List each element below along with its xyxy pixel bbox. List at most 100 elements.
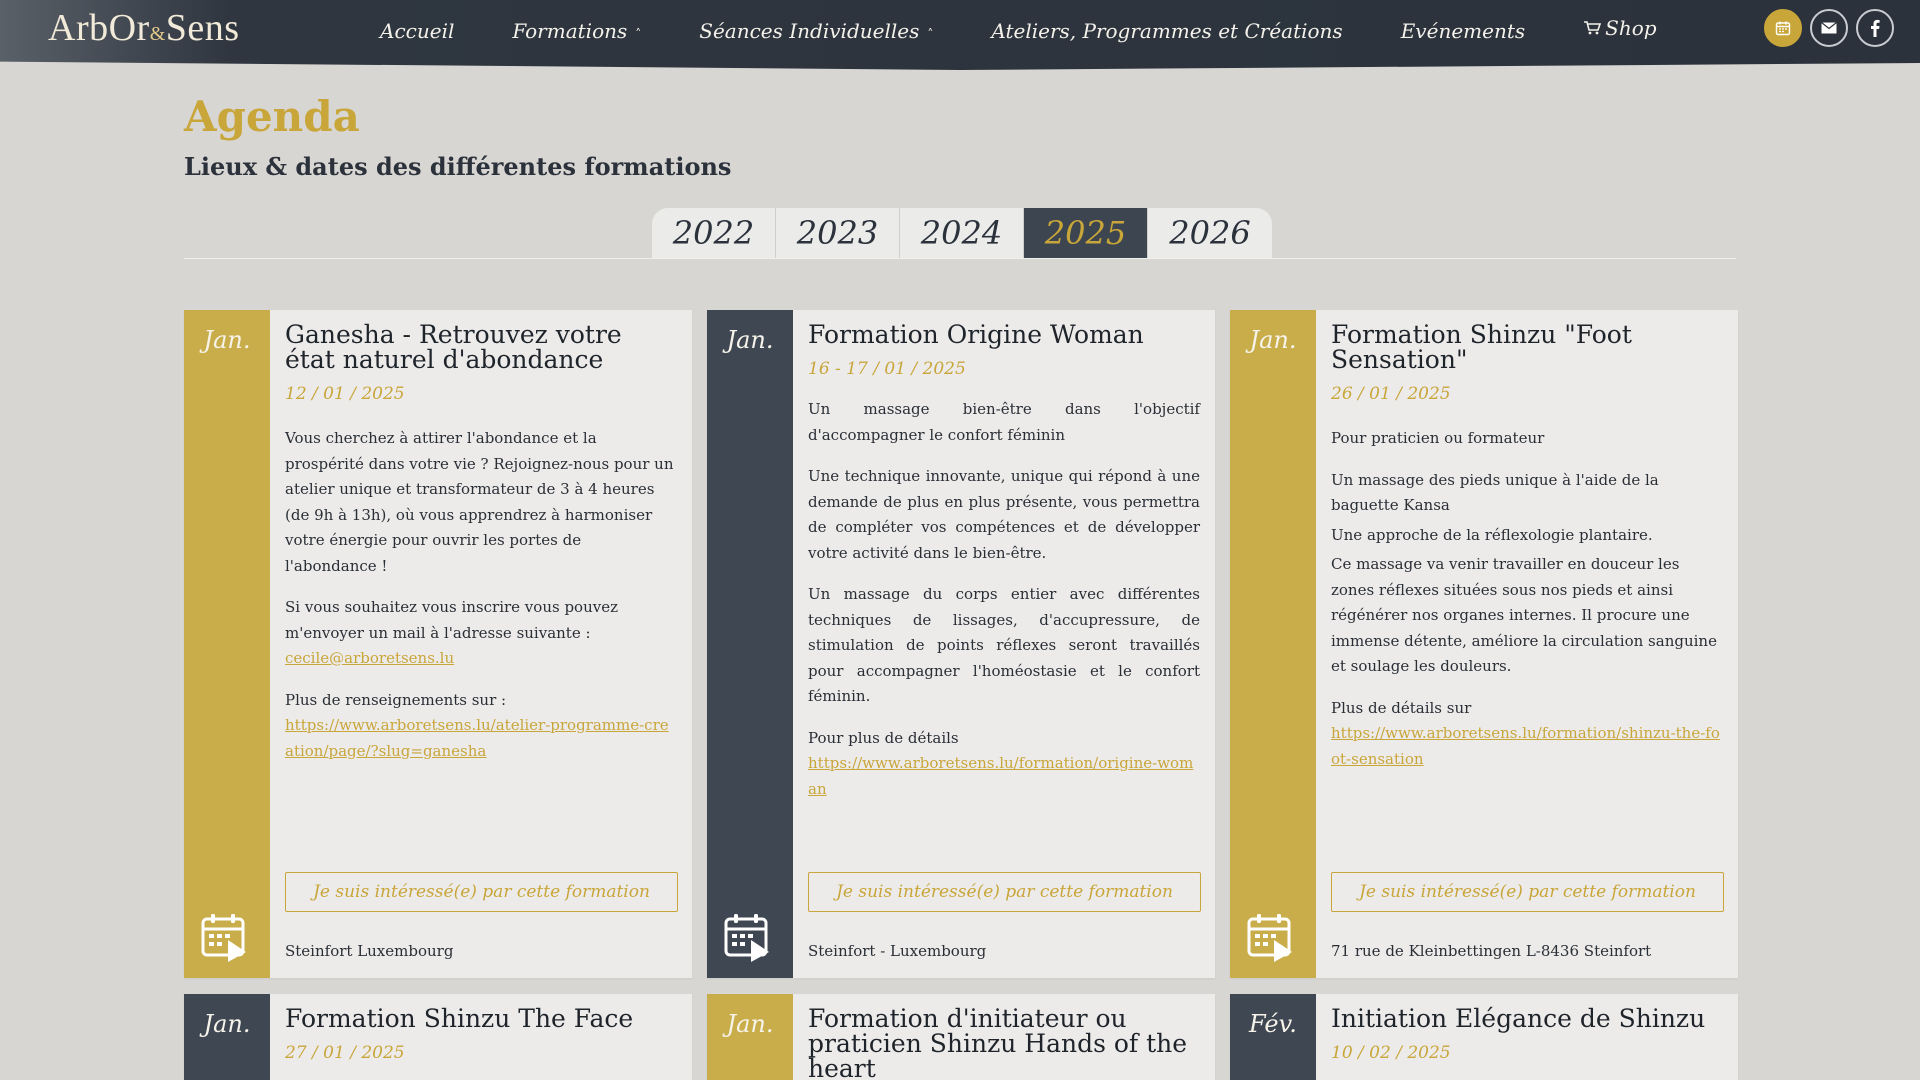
nav-label: Shop — [1605, 16, 1657, 40]
card-body: Ganesha - Retrouvez votre état naturel d… — [270, 310, 692, 978]
event-card: Jan. Formation Shinzu "Foot Sensation" 2… — [1230, 310, 1738, 978]
calendar-icon — [201, 914, 246, 962]
card-date: 16 - 17 / 01 / 2025 — [808, 359, 966, 379]
card-title: Formation Shinzu "Foot Sensation" — [1331, 320, 1632, 374]
card-paragraph-text: Pour plus de détails — [808, 728, 959, 747]
tabs-divider — [184, 258, 1736, 259]
card-month: Jan. — [203, 1010, 251, 1038]
card-description: Pour praticien ou formateur Un massage d… — [1331, 426, 1723, 772]
logo-ampersand: & — [149, 23, 166, 45]
nav-label: Séances Individuelles — [699, 19, 920, 43]
chevron-down-icon: ˄ — [927, 27, 934, 41]
card-title: Formation Shinzu The Face — [285, 1004, 634, 1033]
card-paragraph: Une technique innovante, unique qui répo… — [808, 467, 1200, 562]
card-title: Ganesha - Retrouvez votre état naturel d… — [285, 320, 622, 374]
card-paragraph: Si vous souhaitez vous inscrire vous pou… — [285, 595, 677, 672]
site-logo[interactable]: ArbOr&Sens — [48, 6, 240, 54]
card-body: Formation Origine Woman 16 - 17 / 01 / 2… — [793, 310, 1215, 978]
details-link[interactable]: https://www.arboretsens.lu/atelier-progr… — [285, 716, 669, 760]
nav-item-accueil[interactable]: Accueil — [380, 19, 454, 43]
email-link[interactable]: cecile@arboretsens.lu — [285, 649, 454, 667]
event-card: Fév. Initiation Elégance de Shinzu 10 / … — [1230, 994, 1738, 1080]
card-paragraph-text: Si vous souhaitez vous inscrire vous pou… — [285, 598, 618, 642]
card-paragraph-text: Plus de détails sur — [1331, 698, 1472, 717]
header-icon-buttons — [1764, 9, 1894, 47]
card-paragraph-text: Plus de renseignements sur : — [285, 690, 507, 709]
card-paragraph: Un massage bien-être dans l'objectif d'a… — [808, 400, 1200, 444]
cart-icon — [1584, 21, 1602, 35]
tab-2025[interactable]: 2025 — [1024, 208, 1148, 258]
card-paragraph: Pour praticien ou formateur — [1331, 429, 1545, 447]
tab-2022[interactable]: 2022 — [652, 208, 776, 258]
card-body: Formation Shinzu The Face 27 / 01 / 2025 — [270, 994, 692, 1080]
calendar-icon — [724, 914, 769, 962]
card-date: 12 / 01 / 2025 — [285, 384, 405, 404]
card-month-sidebar: Jan. — [184, 310, 270, 978]
card-paragraph: Une approche de la réflexologie plantair… — [1331, 525, 1653, 544]
tab-2023[interactable]: 2023 — [776, 208, 900, 258]
card-month: Jan. — [726, 326, 774, 354]
event-card: Jan. Ganesha - Retrouvez votre état natu… — [184, 310, 692, 978]
year-tabs: 2022 2023 2024 2025 2026 — [652, 208, 1272, 258]
card-location: 71 rue de Kleinbettingen L-8436 Steinfor… — [1331, 942, 1652, 960]
card-paragraph: Pour plus de détails https://www.arborets… — [808, 726, 1200, 803]
card-date: 10 / 02 / 2025 — [1331, 1043, 1451, 1063]
event-card: Jan. Formation Shinzu The Face 27 / 01 /… — [184, 994, 692, 1080]
page-title: Agenda — [184, 92, 360, 141]
tab-2026[interactable]: 2026 — [1148, 208, 1272, 258]
card-month-sidebar: Jan. — [184, 994, 270, 1080]
interest-button[interactable]: Je suis intéressé(e) par cette formation — [1331, 872, 1724, 912]
card-paragraph: Un massage du corps entier avec différen… — [808, 585, 1200, 705]
card-location: Steinfort - Luxembourg — [808, 942, 987, 960]
card-month-sidebar: Fév. — [1230, 994, 1316, 1080]
nav-label: Formations — [512, 19, 628, 43]
nav-label: Ateliers, Programmes et Créations — [991, 19, 1343, 43]
interest-button[interactable]: Je suis intéressé(e) par cette formation — [808, 872, 1201, 912]
main-nav: Accueil Formations ˄ Séances Individuelle… — [380, 0, 1715, 62]
nav-label: Evénements — [1400, 19, 1526, 43]
card-title: Formation Origine Woman — [808, 320, 1144, 349]
card-description: Un massage bien-être dans l'objectif d'a… — [808, 397, 1200, 802]
card-month: Jan. — [726, 1010, 774, 1038]
nav-item-formations[interactable]: Formations ˄ — [512, 19, 641, 43]
event-card: Jan. Formation Origine Woman 16 - 17 / 0… — [707, 310, 1215, 978]
page-subtitle: Lieux & dates des différentes formations — [184, 152, 732, 181]
card-date: 27 / 01 / 2025 — [285, 1043, 405, 1063]
card-paragraph: Plus de détails sur https://www.arboretse… — [1331, 696, 1723, 773]
logo-text-arbor: ArbOr — [48, 7, 150, 49]
card-body: Formation d'initiateur ou praticien Shin… — [793, 994, 1215, 1080]
card-month: Fév. — [1249, 1010, 1297, 1038]
chevron-down-icon: ˄ — [635, 27, 642, 41]
card-date: 26 / 01 / 2025 — [1331, 384, 1451, 404]
details-link[interactable]: https://www.arboretsens.lu/formation/ori… — [808, 754, 1193, 798]
card-title: Initiation Elégance de Shinzu — [1331, 1004, 1706, 1033]
nav-item-evenements[interactable]: Evénements — [1401, 19, 1525, 43]
card-paragraph: Plus de renseignements sur : https://www.… — [285, 688, 677, 765]
card-title: Formation d'initiateur ou praticien Shin… — [808, 1004, 1188, 1080]
card-body: Formation Shinzu "Foot Sensation" 26 / 0… — [1316, 310, 1738, 978]
nav-item-shop[interactable]: Shop — [1583, 16, 1657, 40]
card-month: Jan. — [203, 326, 251, 354]
card-month-sidebar: Jan. — [707, 994, 793, 1080]
tab-2024[interactable]: 2024 — [900, 208, 1024, 258]
nav-label: Accueil — [380, 19, 455, 43]
card-body: Initiation Elégance de Shinzu 10 / 02 / … — [1316, 994, 1738, 1080]
mail-icon[interactable] — [1810, 9, 1848, 47]
card-paragraph: Vous cherchez à attirer l'abondance et l… — [285, 429, 674, 575]
logo-text-sens: Sens — [165, 7, 240, 49]
card-location: Steinfort Luxembourg — [285, 942, 454, 960]
card-description: Vous cherchez à attirer l'abondance et l… — [285, 426, 677, 764]
card-month-sidebar: Jan. — [1230, 310, 1316, 978]
nav-item-ateliers[interactable]: Ateliers, Programmes et Créations — [991, 19, 1342, 43]
interest-button[interactable]: Je suis intéressé(e) par cette formation — [285, 872, 678, 912]
card-paragraph: Ce massage va venir travailler en douceu… — [1331, 555, 1717, 675]
details-link[interactable]: https://www.arboretsens.lu/formation/shi… — [1331, 724, 1720, 768]
facebook-icon[interactable] — [1856, 9, 1894, 47]
event-card: Jan. Formation d'initiateur ou praticien… — [707, 994, 1215, 1080]
card-month-sidebar: Jan. — [707, 310, 793, 978]
calendar-icon — [1247, 914, 1292, 962]
nav-item-seances[interactable]: Séances Individuelles ˄ — [699, 19, 933, 43]
calendar-icon[interactable] — [1764, 9, 1802, 47]
card-paragraph: Un massage des pieds unique à l'aide de … — [1331, 470, 1659, 515]
card-month: Jan. — [1249, 326, 1297, 354]
